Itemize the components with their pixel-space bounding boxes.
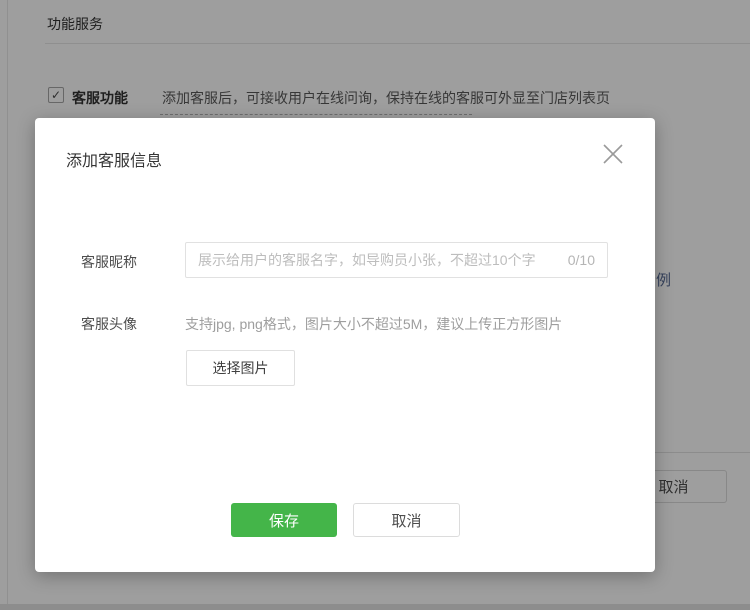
avatar-label: 客服头像 <box>81 316 137 332</box>
modal-title: 添加客服信息 <box>66 153 163 170</box>
choose-image-button[interactable]: 选择图片 <box>186 350 295 386</box>
avatar-hint: 支持jpg, png格式，图片大小不超过5M，建议上传正方形图片 <box>185 316 563 332</box>
close-icon[interactable] <box>599 140 627 168</box>
nickname-input[interactable] <box>185 242 608 278</box>
close-x-glyph <box>603 144 623 164</box>
screen: 功能服务 ✓ 客服功能 添加客服后，可接收用户在线问询，保持在线的客服可外显至门… <box>0 0 750 610</box>
add-service-modal: 添加客服信息 客服昵称 0/10 客服头像 支持jpg, png格式，图片大小不… <box>35 118 655 572</box>
cancel-button[interactable]: 取消 <box>353 503 460 537</box>
nickname-input-wrap: 0/10 <box>185 242 608 278</box>
save-button[interactable]: 保存 <box>231 503 337 537</box>
nickname-label: 客服昵称 <box>81 254 137 270</box>
char-counter: 0/10 <box>567 252 595 268</box>
